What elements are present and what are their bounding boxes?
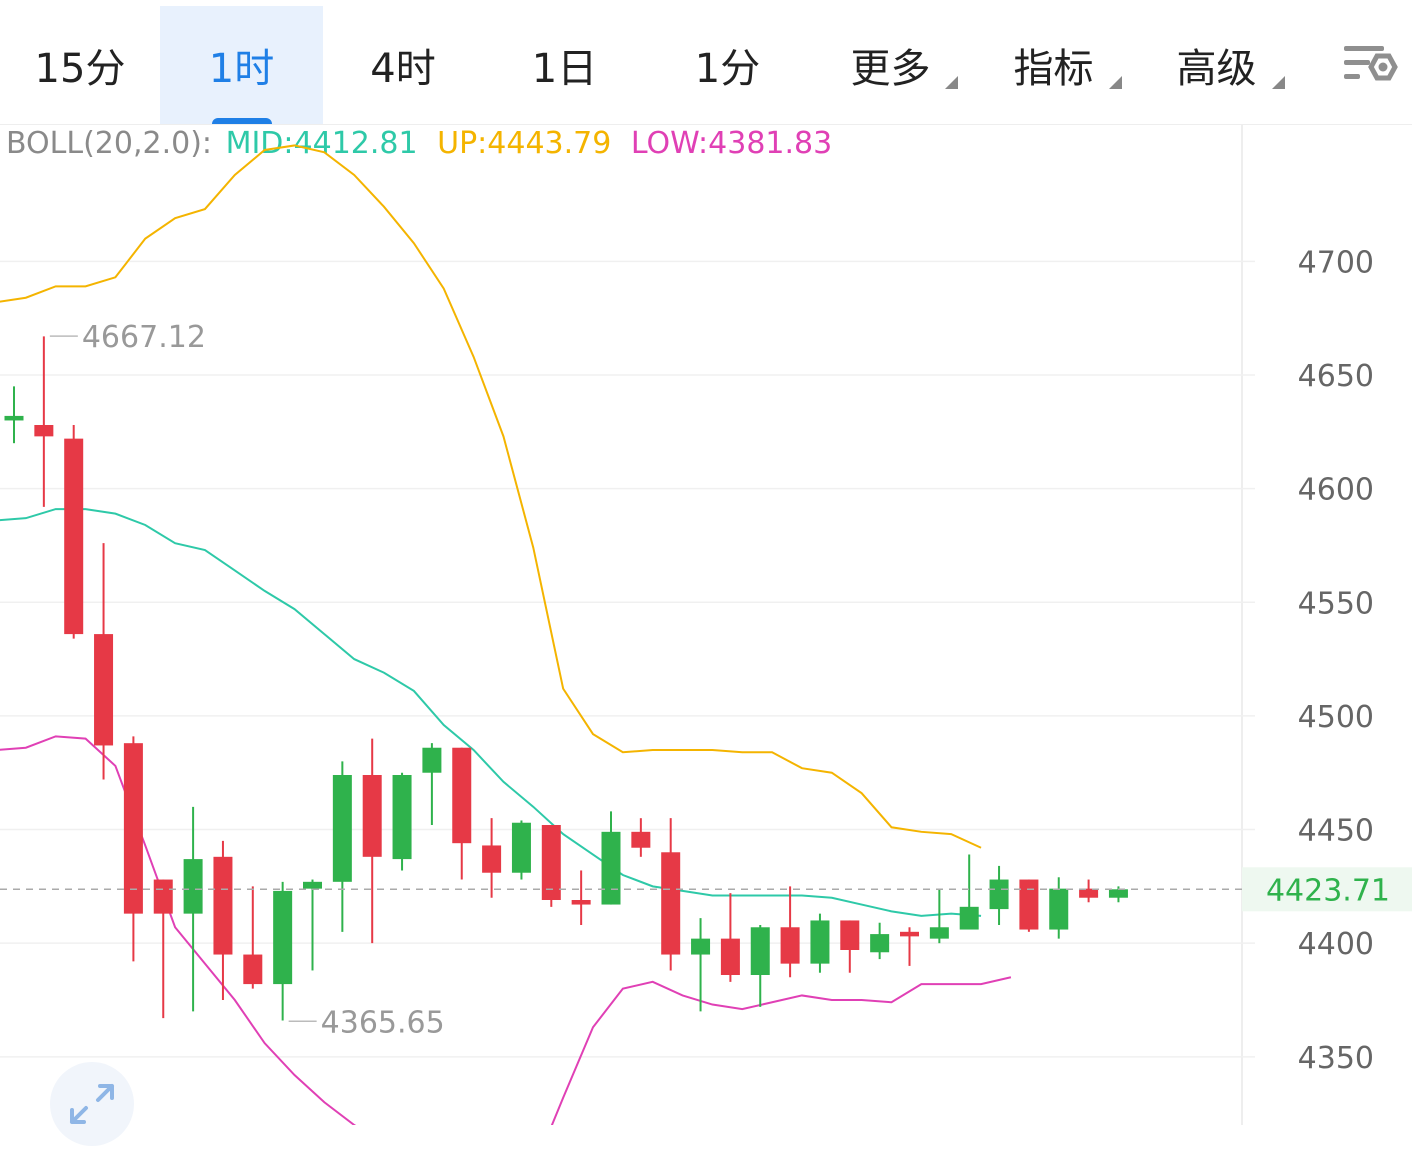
dropdown-corner-icon — [945, 76, 958, 89]
candle-body — [720, 938, 740, 975]
candle-body — [900, 931, 919, 937]
tab-more[interactable]: 更多 — [809, 6, 972, 124]
period-tab-bar: 15分 1时 4时 1日 1分 更多 指标 高级 — [0, 0, 1412, 125]
candle-body — [213, 856, 233, 955]
candle-body — [482, 845, 502, 873]
tab-label: 15分 — [34, 46, 126, 92]
candle-body — [123, 743, 143, 914]
tab-label: 1分 — [694, 46, 761, 92]
candle-body — [780, 927, 800, 964]
candle-body — [840, 920, 860, 950]
tab-indicators[interactable]: 指标 — [972, 6, 1135, 124]
candle-body — [94, 634, 114, 746]
tab-label: 更多 — [850, 46, 931, 92]
tab-1min[interactable]: 1分 — [646, 6, 809, 124]
candle-body — [691, 938, 711, 955]
tab-4hour[interactable]: 4时 — [323, 6, 483, 124]
candle-body — [1019, 879, 1039, 930]
y-tick-label: 4700 — [1298, 245, 1374, 280]
y-tick-label: 4350 — [1298, 1041, 1374, 1076]
tab-1hour[interactable]: 1时 — [160, 6, 323, 124]
chart-settings-button[interactable] — [1340, 40, 1400, 96]
candle-body — [4, 415, 24, 421]
expand-icon — [70, 1084, 114, 1124]
candle-body — [273, 890, 293, 985]
candle-body — [1049, 888, 1069, 930]
y-tick-label: 4500 — [1298, 700, 1374, 735]
tab-label: 1日 — [531, 46, 598, 92]
extreme-price-label: 4365.65 — [321, 1005, 445, 1040]
boll-upper-band — [0, 144, 982, 849]
candle-body — [989, 879, 1009, 910]
candle-body — [422, 747, 442, 773]
candle-body — [362, 775, 382, 857]
candle-body — [631, 831, 651, 848]
tab-label: 高级 — [1176, 46, 1257, 92]
candle-body — [452, 747, 472, 844]
tab-label: 4时 — [370, 46, 436, 92]
active-tab-indicator — [211, 118, 272, 124]
candle-body — [661, 852, 681, 955]
candle-body — [34, 425, 54, 437]
candle-body — [750, 927, 770, 975]
candle-body — [392, 775, 412, 860]
tab-15min[interactable]: 15分 — [0, 6, 160, 124]
y-tick-label: 4400 — [1298, 927, 1374, 962]
tab-advanced[interactable]: 高级 — [1135, 6, 1298, 124]
candle-body — [332, 775, 352, 882]
dropdown-corner-icon — [1272, 76, 1285, 89]
candle-body — [929, 927, 949, 939]
candle-body — [511, 822, 531, 873]
candle-body — [303, 881, 322, 889]
y-tick-label: 4600 — [1298, 473, 1374, 508]
tab-1day[interactable]: 1日 — [483, 6, 646, 124]
y-tick-label: 4650 — [1298, 359, 1374, 394]
candle-body — [870, 934, 890, 953]
candle-body — [601, 831, 621, 905]
dropdown-corner-icon — [1109, 76, 1122, 89]
extreme-price-label: 4667.12 — [82, 320, 206, 355]
candlestick-chart[interactable]: 4350 4400 4450 4500 4550 4600 4650 4700 4667.12 4… — [0, 125, 1412, 1125]
candle-body — [571, 900, 591, 905]
y-tick-label: 4550 — [1298, 586, 1374, 621]
candle-body — [959, 906, 979, 930]
candle-body — [183, 859, 203, 914]
chart-settings-icon — [1344, 46, 1398, 81]
y-tick-label: 4450 — [1298, 814, 1374, 849]
candle-body — [153, 879, 173, 914]
candle-body — [1108, 889, 1128, 898]
tab-label: 1时 — [208, 46, 275, 92]
tab-label: 指标 — [1013, 46, 1094, 92]
candle-body — [810, 920, 830, 964]
fullscreen-button[interactable] — [50, 1062, 134, 1146]
candle-body — [243, 954, 263, 985]
current-price-label: 4423.71 — [1266, 873, 1390, 908]
candle-body — [64, 438, 84, 635]
